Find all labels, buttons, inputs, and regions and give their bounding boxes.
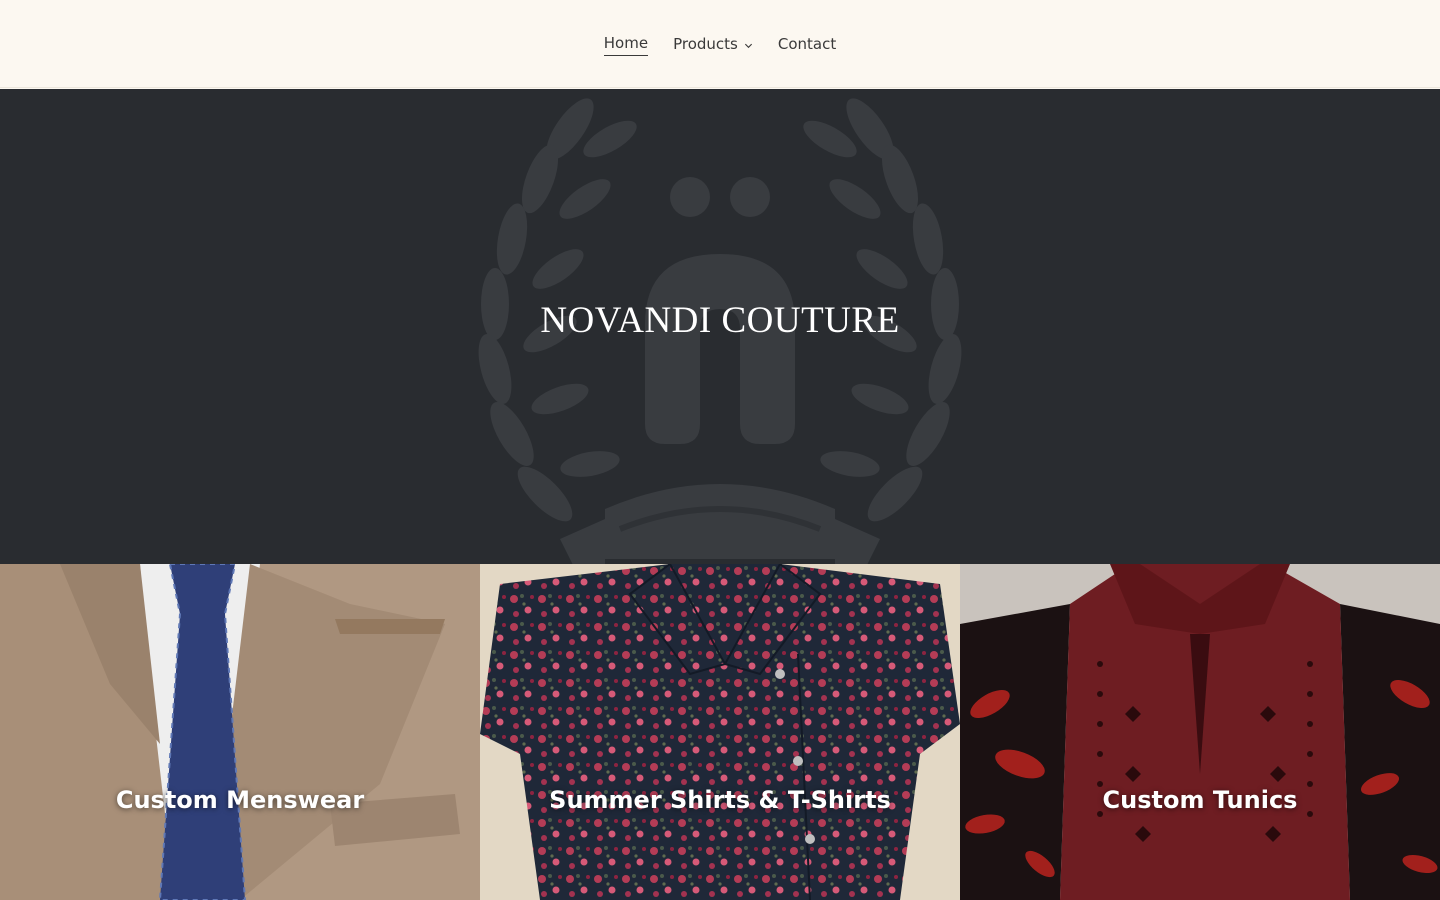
tunics-image <box>960 564 1440 900</box>
collection-label-tunics: Custom Tunics <box>1102 786 1298 814</box>
main-nav: Home Products Contact <box>0 32 1440 56</box>
collection-label-menswear: Custom Menswear <box>115 786 365 814</box>
nav-home-label: Home <box>603 32 649 56</box>
collection-tile-menswear[interactable]: Custom Menswear <box>0 564 480 900</box>
hero-title: NOVANDI COUTURE <box>540 300 900 341</box>
nav-products-label: Products <box>673 35 738 53</box>
collection-tile-shirts[interactable]: Summer Shirts & T-Shirts <box>480 564 960 900</box>
nav-contact-link[interactable]: Contact <box>778 32 836 56</box>
nav-contact-label: Contact <box>777 35 837 53</box>
chevron-down-icon <box>744 43 752 48</box>
hero-banner: NOVANDI COUTURE <box>0 89 1440 564</box>
nav-products-link[interactable]: Products <box>673 32 753 56</box>
menswear-image <box>0 564 480 900</box>
collection-tile-tunics[interactable]: Custom Tunics <box>960 564 1440 900</box>
shirts-image <box>480 564 960 900</box>
collection-label-shirts: Summer Shirts & T-Shirts <box>549 786 891 814</box>
site-header: Home Products Contact <box>0 0 1440 88</box>
collection-grid: Custom Menswear Summer Shirts & T-Shirts… <box>0 564 1440 900</box>
nav-home-link[interactable]: Home <box>603 32 649 56</box>
